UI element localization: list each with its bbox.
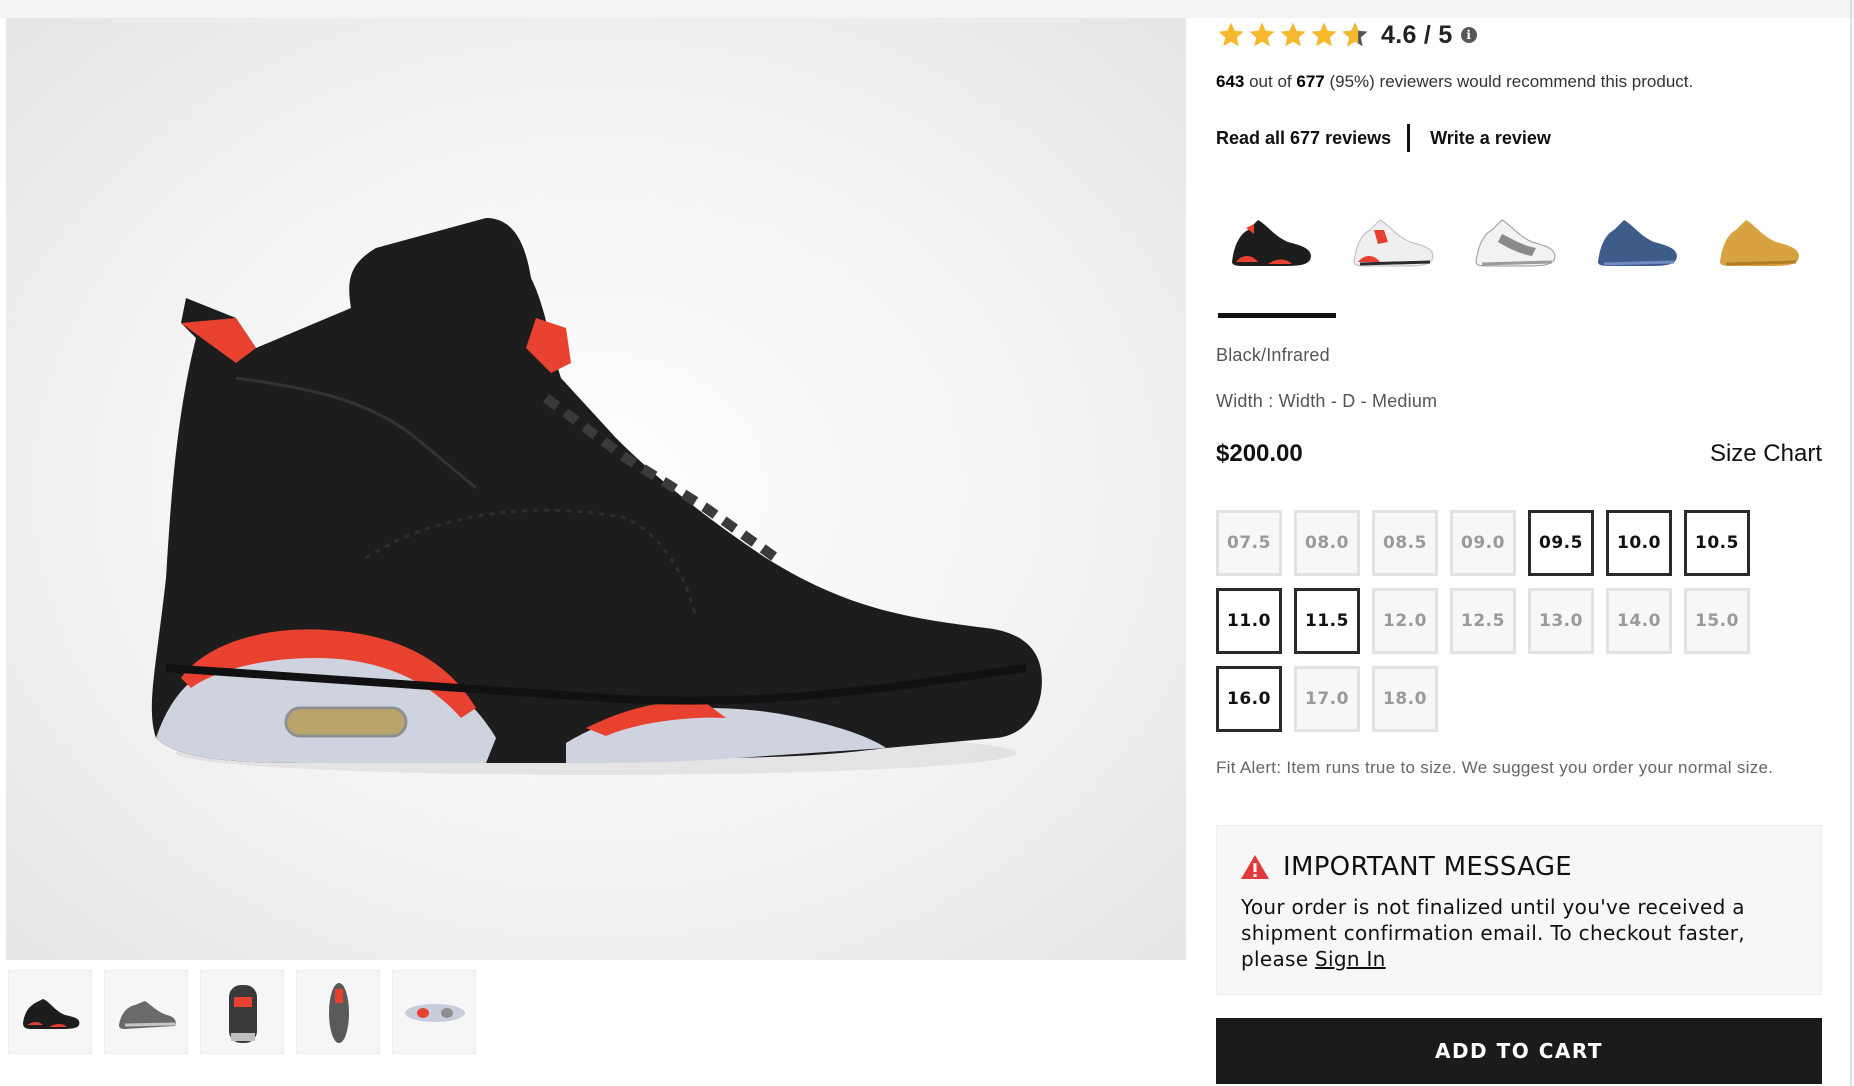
size-option[interactable]: 10.5	[1684, 510, 1750, 576]
page-edge	[1850, 0, 1852, 1086]
size-option: 12.5	[1450, 588, 1516, 654]
swatch-white-infrared[interactable]	[1340, 190, 1460, 290]
recommend-count: 643	[1216, 72, 1245, 91]
star-rating	[1216, 20, 1371, 50]
thumbnail-top-view[interactable]	[296, 970, 380, 1054]
size-option[interactable]: 11.5	[1294, 588, 1360, 654]
size-option: 18.0	[1372, 666, 1438, 732]
recommend-rest: (95%) reviewers would recommend this pro…	[1324, 72, 1694, 91]
size-chart-link[interactable]: Size Chart	[1710, 440, 1822, 468]
message-title-row: IMPORTANT MESSAGE	[1239, 852, 1572, 882]
swatch-white-grey[interactable]	[1462, 190, 1582, 290]
rating-row: 4.6 / 5 i	[1216, 18, 1477, 52]
size-option: 17.0	[1294, 666, 1360, 732]
info-icon[interactable]: i	[1460, 27, 1477, 43]
size-option: 12.0	[1372, 588, 1438, 654]
important-message-box: IMPORTANT MESSAGE Your order is not fina…	[1216, 825, 1822, 995]
recommend-mid: out of	[1244, 72, 1297, 91]
size-option: 08.0	[1294, 510, 1360, 576]
product-main-image[interactable]	[6, 18, 1186, 960]
review-links-divider	[1407, 124, 1411, 152]
read-all-reviews-link[interactable]: Read all 677 reviews	[1216, 128, 1391, 149]
size-option: 09.0	[1450, 510, 1516, 576]
swatch-black-infrared[interactable]	[1218, 190, 1338, 290]
thumbnail-back-view[interactable]	[200, 970, 284, 1054]
thumbnail-medial-view[interactable]	[104, 970, 188, 1054]
warning-icon	[1241, 855, 1269, 879]
star-full-icon	[1249, 22, 1275, 47]
add-to-cart-button[interactable]: ADD TO CART	[1216, 1018, 1822, 1084]
recommend-total: 677	[1296, 72, 1325, 91]
size-option: 08.5	[1372, 510, 1438, 576]
sign-in-link[interactable]: Sign In	[1315, 947, 1386, 971]
message-body: Your order is not finalized until you've…	[1241, 894, 1801, 972]
star-partial-icon	[1342, 22, 1368, 47]
size-option: 14.0	[1606, 588, 1672, 654]
product-details-panel: 4.6 / 5 i 643 out of 677 (95%) reviewers…	[1216, 0, 1822, 1086]
price: $200.00	[1216, 440, 1303, 467]
recommend-text: 643 out of 677 (95%) reviewers would rec…	[1216, 72, 1693, 92]
size-option: 15.0	[1684, 588, 1750, 654]
thumbnail-side-view[interactable]	[8, 970, 92, 1054]
color-name: Black/Infrared	[1216, 345, 1330, 365]
star-full-icon	[1280, 22, 1306, 47]
size-option[interactable]: 11.0	[1216, 588, 1282, 654]
size-option: 13.0	[1528, 588, 1594, 654]
selected-swatch-indicator	[1218, 313, 1336, 318]
sneaker-image	[151, 218, 1042, 775]
swatch-navy[interactable]	[1584, 190, 1704, 290]
size-option[interactable]: 09.5	[1528, 510, 1594, 576]
rating-value: 4.6 / 5	[1381, 20, 1453, 49]
fit-alert: Fit Alert: Item runs true to size. We su…	[1216, 758, 1774, 777]
star-full-icon	[1311, 22, 1337, 47]
message-title: IMPORTANT MESSAGE	[1283, 852, 1573, 882]
size-option: 07.5	[1216, 510, 1282, 576]
star-full-icon	[1218, 22, 1244, 47]
width-label: Width : Width - D - Medium	[1216, 391, 1438, 411]
size-selector: 07.5 08.0 08.5 09.0 09.5 10.0 10.5 11.0 11.5 12.0…	[1216, 510, 1822, 734]
thumbnail-sole-view[interactable]	[392, 970, 476, 1054]
size-option[interactable]: 10.0	[1606, 510, 1672, 576]
review-links: Read all 677 reviews Write a review	[1216, 124, 1551, 152]
swatch-wheat[interactable]	[1706, 190, 1826, 290]
write-review-link[interactable]: Write a review	[1430, 128, 1551, 149]
size-option[interactable]: 16.0	[1216, 666, 1282, 732]
